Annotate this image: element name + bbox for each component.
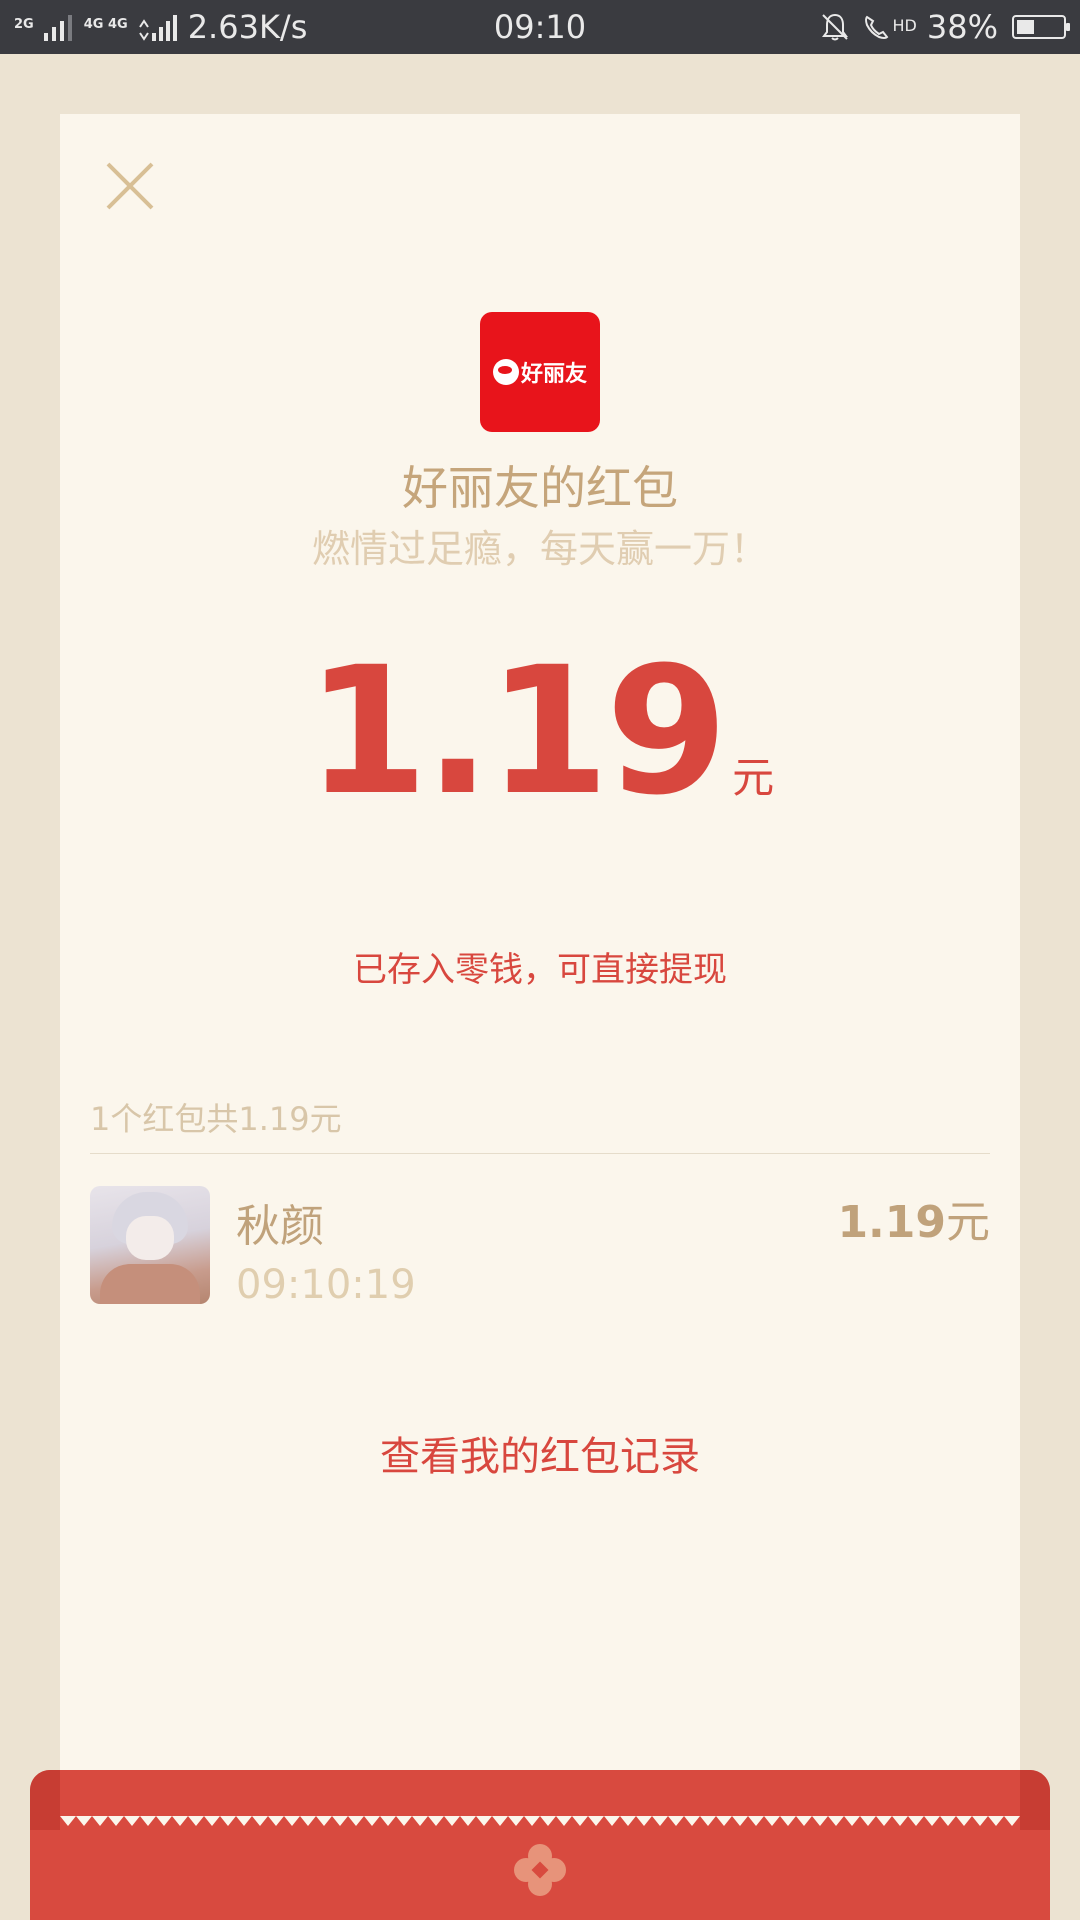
- mute-bell-icon: [821, 13, 848, 41]
- red-packet-card: 好丽友 好丽友的红包 燃情过足瘾，每天赢一万！ 1.19 元 已存入零钱，可直接提…: [60, 114, 1020, 1834]
- packet-title: 好丽友的红包: [402, 461, 678, 515]
- battery-percent: 38%: [926, 8, 998, 46]
- amount-display: 1.19 元: [60, 644, 1020, 820]
- view-records-link[interactable]: 查看我的红包记录: [60, 1424, 1020, 1482]
- flower-emblem-icon: [514, 1844, 566, 1896]
- logo-globe-icon: [492, 359, 519, 385]
- close-icon[interactable]: [102, 158, 158, 214]
- recipient-amount-value: 1.19: [837, 1197, 946, 1248]
- status-left: 2G 4G 4G 2.63K/s: [14, 8, 307, 46]
- hd-label: HD: [892, 16, 917, 35]
- list-item[interactable]: 秋颜 09:10:19 1.19元: [90, 1186, 990, 1308]
- amount-value: 1.19: [305, 629, 728, 834]
- battery-icon: [1012, 15, 1070, 39]
- recipient-amount-unit: 元: [946, 1197, 990, 1248]
- avatar[interactable]: [90, 1186, 210, 1304]
- packet-subtitle: 燃情过足瘾，每天赢一万！: [311, 527, 768, 571]
- recipient-time: 09:10:19: [236, 1262, 416, 1308]
- deposit-note: 已存入零钱，可直接提现: [353, 950, 727, 990]
- brand-logo: 好丽友: [480, 312, 600, 432]
- network-4g-label: 4G 4G: [83, 17, 128, 32]
- network-2g-label: 2G: [14, 17, 34, 32]
- logo-text: 好丽友: [520, 362, 587, 387]
- recipient-name: 秋颜: [236, 1201, 324, 1252]
- signal-icon-2: [138, 15, 177, 41]
- status-bar: 2G 4G 4G 2.63K/s 09:10 HD 38%: [0, 0, 1080, 54]
- amount-unit: 元: [732, 753, 775, 802]
- hd-call-icon: [864, 15, 888, 39]
- zigzag-edge: [60, 1816, 1020, 1826]
- network-speed: 2.63K/s: [187, 8, 308, 46]
- battery-fill: [1017, 20, 1034, 34]
- recipient-amount: 1.19元: [837, 1186, 990, 1250]
- divider: [90, 1153, 990, 1154]
- status-right: HD 38%: [819, 8, 1070, 46]
- packet-summary: 1个红包共1.19元: [90, 1100, 342, 1138]
- signal-icon: [43, 15, 72, 41]
